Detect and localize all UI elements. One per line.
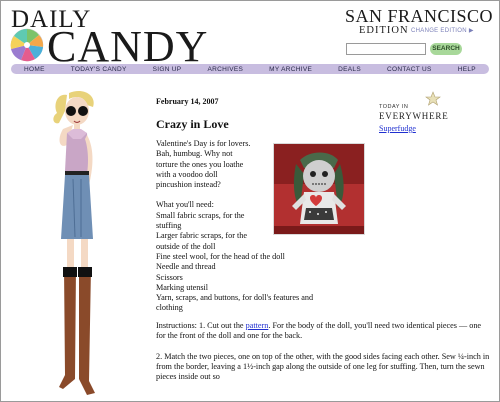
needs-item: Needle and thread [156, 262, 216, 272]
instructions: Instructions: 1. Cut out the pattern. Fo… [156, 321, 491, 392]
lollipop-logo-icon[interactable] [9, 27, 45, 63]
nav-my-archive[interactable]: MY ARCHIVE [269, 66, 312, 73]
search-button[interactable]: SEARCH [430, 43, 462, 55]
step-1-rest: . For the body of the doll, you'll need [268, 321, 390, 330]
nav-home[interactable]: HOME [24, 66, 45, 73]
today-everywhere-label: EVERYWHERE [379, 111, 449, 121]
step-2-line: 2. Match the two pieces, one on top of t… [156, 351, 343, 361]
nav-contact-us[interactable]: CONTACT US [387, 66, 432, 73]
logo-candy[interactable]: CANDY [47, 25, 208, 69]
instructions-heading: Instructions: [156, 321, 197, 330]
step-1-prefix: 1. Cut out the [198, 321, 246, 330]
nav-archives[interactable]: ARCHIVES [207, 66, 243, 73]
voodoo-doll-photo [273, 143, 365, 235]
today-in-label: TODAY IN [379, 104, 409, 110]
nav-todays-candy[interactable]: TODAY'S CANDY [71, 66, 127, 73]
needs-item: Yarn, scraps, and buttons, for doll's fe… [156, 293, 314, 303]
needs-item: Fine steel wool, for the head of the dol… [156, 251, 285, 261]
instructions-step-2: 2. Match the two pieces, one on top of t… [156, 352, 491, 383]
needs-item: Marking utensil [156, 282, 209, 292]
edition-city: SAN FRANCISCO [345, 6, 494, 26]
nav-deals[interactable]: DEALS [338, 66, 361, 73]
needs-item: Scissors [156, 272, 183, 282]
pattern-link[interactable]: pattern [246, 321, 269, 330]
main-nav: HOME TODAY'S CANDY SIGN UP ARCHIVES MY A… [11, 64, 489, 74]
girl-illustration [53, 90, 95, 395]
nav-help[interactable]: HELP [458, 66, 476, 73]
edition-label: EDITION [359, 25, 409, 36]
step-1-line: one for the back. [247, 331, 303, 341]
needs-item: outside of the doll [156, 241, 216, 251]
step-1-line: 1. Cut out the pattern. For the body of … [199, 321, 390, 330]
article-title: Crazy in Love [156, 117, 229, 131]
step-2-line: border, leaving a 1½-inch gap along the … [186, 361, 365, 371]
page-frame: DAILY CANDY SAN FRANCISCO EDITION CHANGE… [0, 0, 500, 402]
article-date: February 14, 2007 [156, 97, 219, 106]
change-edition-link[interactable]: CHANGE EDITION ▶ [411, 27, 474, 34]
search-input[interactable] [346, 43, 426, 55]
instructions-step-1: Instructions: 1. Cut out the pattern. Fo… [156, 321, 491, 342]
needs-item: clothing [156, 303, 183, 313]
nav-sign-up[interactable]: SIGN UP [153, 66, 182, 73]
superfudge-link[interactable]: Superfudge [379, 124, 416, 133]
star-icon [425, 91, 441, 106]
